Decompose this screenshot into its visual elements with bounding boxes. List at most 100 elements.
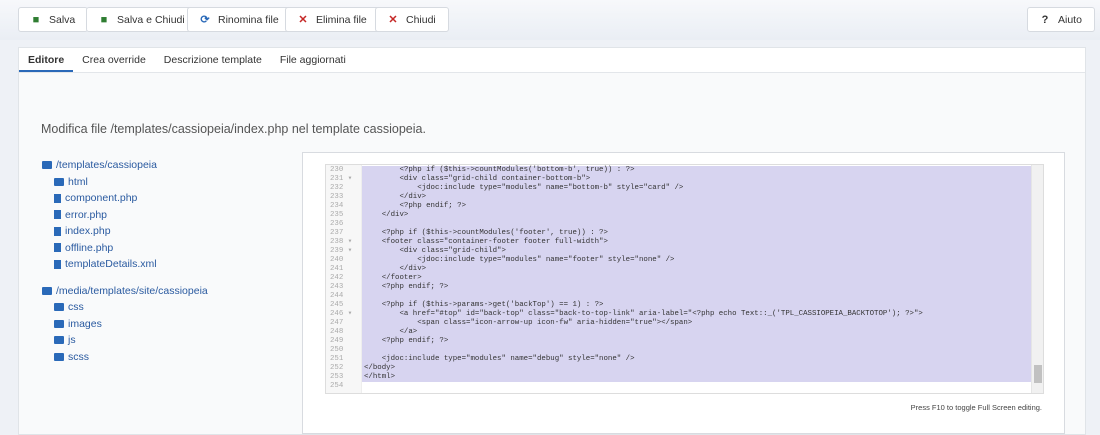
line-number: 251 xyxy=(330,355,344,363)
folder-icon xyxy=(54,336,64,345)
tab-updated-files[interactable]: File aggiornati xyxy=(271,48,355,72)
line-number: 244 xyxy=(330,292,344,300)
code-line: 233 </div> xyxy=(326,193,1032,202)
file-icon xyxy=(54,226,61,236)
tree-folder[interactable]: scss xyxy=(42,349,208,366)
line-number: 249 xyxy=(330,337,344,345)
save-button[interactable]: ■ Salva xyxy=(18,7,89,32)
line-number: 239 ▾ xyxy=(330,247,353,255)
line-number: 234 xyxy=(330,202,344,210)
tree-file[interactable]: component.php xyxy=(42,190,208,207)
line-number: 231 ▾ xyxy=(330,175,353,183)
line-code: <div class="grid-child"> xyxy=(362,247,1032,256)
folder-icon xyxy=(54,303,64,312)
tree-file[interactable]: index.php xyxy=(42,223,208,240)
code-line: 242 </footer> xyxy=(326,274,1032,283)
page-description: Modifica file /templates/cassiopeia/inde… xyxy=(41,122,426,136)
tree-file[interactable]: offline.php xyxy=(42,240,208,257)
folder-icon xyxy=(54,319,64,328)
line-number: 254 xyxy=(330,382,344,390)
line-code: </div> xyxy=(362,211,1032,220)
code-line: 254 xyxy=(326,382,1032,391)
tree-folder[interactable]: images xyxy=(42,316,208,333)
code-line: 248 </a> xyxy=(326,328,1032,337)
tree-label: scss xyxy=(68,350,89,363)
file-icon xyxy=(54,193,61,203)
tree-folder[interactable]: /templates/cassiopeia xyxy=(42,157,208,174)
line-code: <?php if ($this->countModules('bottom-b'… xyxy=(362,166,1032,175)
line-code: <?php endif; ?> xyxy=(362,202,1032,211)
line-number: 242 xyxy=(330,274,344,282)
tree-folder[interactable]: /media/templates/site/cassiopeia xyxy=(42,283,208,300)
close-icon: ✕ xyxy=(388,14,398,26)
tree-label: css xyxy=(68,301,84,313)
line-code: </html> xyxy=(362,373,1032,382)
tree-label: index.php xyxy=(65,225,111,237)
line-number: 243 xyxy=(330,283,344,291)
scrollbar-thumb[interactable] xyxy=(1034,365,1042,383)
line-code: <div class="grid-child container-bottom-… xyxy=(362,175,1032,184)
refresh-icon: ⟳ xyxy=(200,14,210,26)
line-number: 238 ▾ xyxy=(330,238,353,246)
close-button[interactable]: ✕ Chiudi xyxy=(375,7,449,32)
code-line: 251 <jdoc:include type="modules" name="d… xyxy=(326,355,1032,364)
tree-label: /templates/cassiopeia xyxy=(56,159,157,171)
line-code: <jdoc:include type="modules" name="foote… xyxy=(362,256,1032,265)
code-line: 244 xyxy=(326,292,1032,301)
help-button[interactable]: ? Aiuto xyxy=(1027,7,1095,32)
line-code: <?php if ($this->countModules('footer', … xyxy=(362,229,1032,238)
code-line: 231 ▾ <div class="grid-child container-b… xyxy=(326,175,1032,184)
line-number: 236 xyxy=(330,220,344,228)
folder-icon xyxy=(42,286,52,295)
code-line: 249 <?php endif; ?> xyxy=(326,337,1032,346)
line-code: </body> xyxy=(362,364,1032,373)
rename-file-button[interactable]: ⟳ Rinomina file xyxy=(187,7,292,32)
line-number: 240 xyxy=(330,256,344,264)
save-close-button[interactable]: ■ Salva e Chiudi xyxy=(86,7,198,32)
folder-icon xyxy=(42,161,52,170)
line-number: 252 xyxy=(330,364,344,372)
tree-file[interactable]: templateDetails.xml xyxy=(42,256,208,273)
line-code: </div> xyxy=(362,265,1032,274)
tree-folder[interactable]: html xyxy=(42,174,208,191)
tab-editor[interactable]: Editore xyxy=(19,48,74,72)
tree-folder[interactable]: js xyxy=(42,332,208,349)
tree-file[interactable]: error.php xyxy=(42,207,208,224)
line-code: <footer class="container-footer footer f… xyxy=(362,238,1032,247)
file-icon xyxy=(54,210,61,220)
code-line: 252 </body> xyxy=(326,364,1032,373)
help-label: Aiuto xyxy=(1058,13,1082,26)
editor-scrollbar[interactable] xyxy=(1031,165,1043,393)
code-line: 239 ▾ <div class="grid-child"> xyxy=(326,247,1032,256)
code-line: 240 <jdoc:include type="modules" name="f… xyxy=(326,256,1032,265)
folder-icon xyxy=(54,177,64,186)
tab-create-overrides[interactable]: Crea override xyxy=(73,48,155,72)
tree-label: html xyxy=(68,175,88,188)
code-line: 238 ▾ <footer class="container-footer fo… xyxy=(326,238,1032,247)
tree-folder[interactable]: css xyxy=(42,299,208,316)
line-code xyxy=(362,292,1032,301)
tree-label: images xyxy=(68,317,102,330)
line-code: <a href="#top" id="back-top" class="back… xyxy=(362,310,1032,319)
line-number: 248 xyxy=(330,328,344,336)
line-code: <jdoc:include type="modules" name="botto… xyxy=(362,184,1032,193)
tree-label: component.php xyxy=(65,192,138,204)
tab-template-description[interactable]: Descrizione template xyxy=(155,48,271,72)
file-icon xyxy=(54,243,61,253)
line-code xyxy=(362,220,1032,229)
delete-file-button[interactable]: ✕ Elimina file xyxy=(285,7,380,32)
line-number: 232 xyxy=(330,184,344,192)
line-number: 241 xyxy=(330,265,344,273)
file-tree: /templates/cassiopeia html component.php er… xyxy=(42,157,208,365)
line-number: 237 xyxy=(330,229,344,237)
code-line: 246 ▾ <a href="#top" id="back-top" class… xyxy=(326,310,1032,319)
code-line: 235 </div> xyxy=(326,211,1032,220)
code-editor[interactable]: 230 <?php if ($this->countModules('botto… xyxy=(325,164,1044,394)
line-number: 230 xyxy=(330,166,344,174)
editor-panel: Modifica file /templates/cassiopeia/inde… xyxy=(19,73,1085,434)
folder-icon xyxy=(54,352,64,361)
code-line: 250 xyxy=(326,346,1032,355)
line-number: 250 xyxy=(330,346,344,354)
code-line: 247 <span class="icon-arrow-up icon-fw" … xyxy=(326,319,1032,328)
